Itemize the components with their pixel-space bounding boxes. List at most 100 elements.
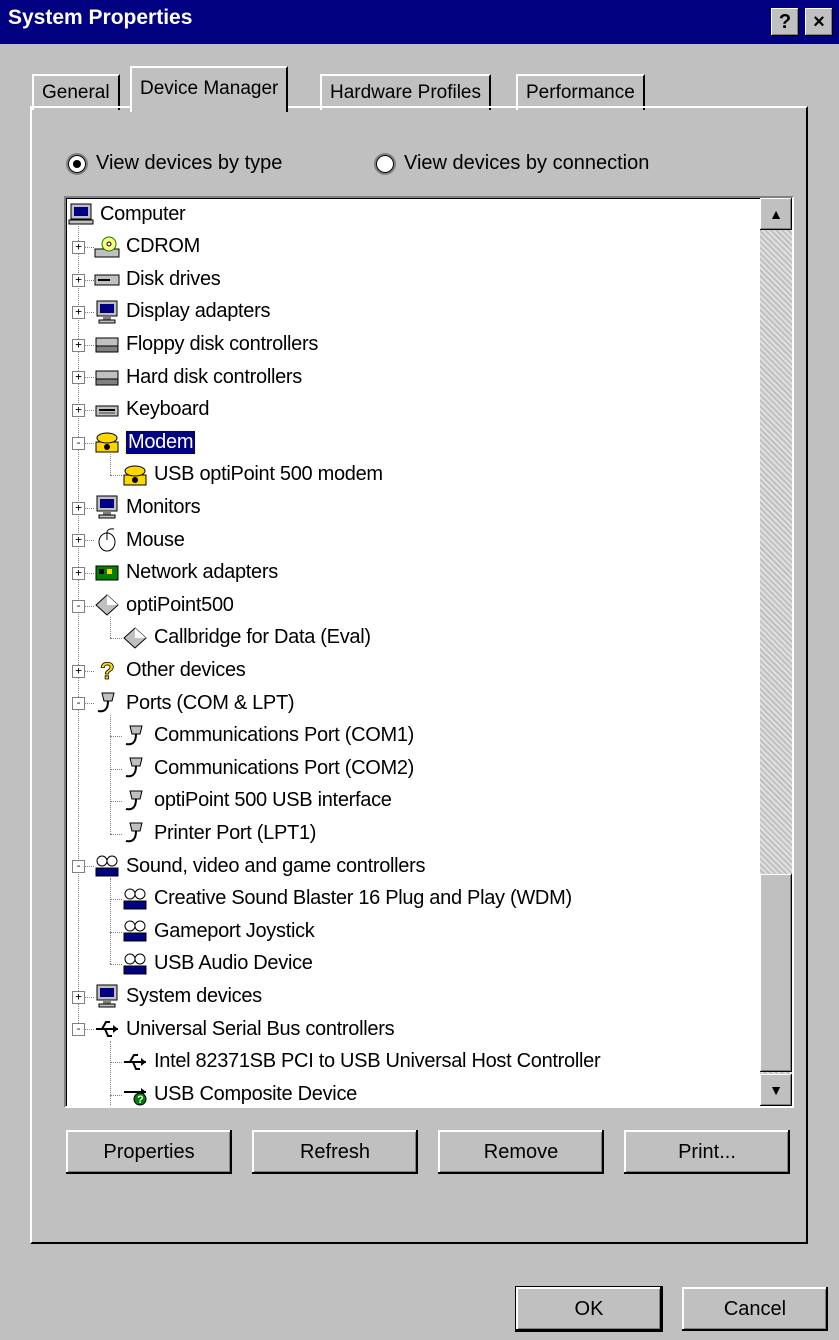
- tree-connector-line: [110, 1061, 122, 1063]
- collapse-button[interactable]: -: [72, 436, 85, 450]
- modem-icon: [122, 463, 148, 487]
- tree-device[interactable]: Gameport Joystick: [122, 915, 315, 947]
- tree-device[interactable]: Communications Port (COM2): [122, 752, 414, 784]
- monitor-icon: [94, 984, 120, 1008]
- tree-device[interactable]: ? USB Composite Device: [122, 1078, 357, 1106]
- collapse-button[interactable]: -: [72, 1023, 85, 1037]
- tree-category[interactable]: Mouse: [94, 524, 185, 556]
- tree-item-label: Hard disk controllers: [126, 365, 302, 388]
- tree-item-label: Keyboard: [126, 398, 210, 421]
- ok-button[interactable]: OK: [515, 1286, 663, 1332]
- tree-device[interactable]: Printer Port (LPT1): [122, 817, 316, 849]
- tree-category[interactable]: optiPoint500: [94, 589, 234, 621]
- tree-item-label: Disk drives: [126, 267, 221, 290]
- sound-icon: [122, 919, 148, 943]
- svg-text:?: ?: [100, 658, 115, 682]
- tab-general[interactable]: General: [32, 74, 120, 110]
- properties-button[interactable]: Properties: [66, 1130, 232, 1174]
- help-button[interactable]: ?: [771, 8, 799, 36]
- close-button[interactable]: ×: [805, 8, 833, 36]
- expand-button[interactable]: +: [72, 306, 85, 320]
- diamond-icon: [94, 593, 120, 617]
- tree-category[interactable]: Keyboard: [94, 394, 210, 426]
- tree-root[interactable]: Computer: [68, 198, 186, 230]
- view-by-connection-option[interactable]: View devices by connection: [376, 152, 649, 175]
- device-tree[interactable]: Computer CDROM + Disk drives + Display adapt…: [64, 196, 794, 1108]
- tree-category[interactable]: CDROM: [94, 231, 200, 263]
- port-icon: [122, 724, 148, 748]
- tree-item-label: USB optiPoint 500 modem: [154, 463, 383, 486]
- tree-device[interactable]: USB Audio Device: [122, 948, 313, 980]
- tree-category[interactable]: System devices: [94, 980, 262, 1012]
- tree-connector-line: [110, 638, 122, 640]
- tree-device[interactable]: Creative Sound Blaster 16 Plug and Play …: [122, 883, 572, 915]
- tree-category[interactable]: Network adapters: [94, 557, 278, 589]
- window-title: System Properties: [8, 6, 193, 29]
- tree-category[interactable]: Disk drives: [94, 263, 221, 295]
- collapse-button[interactable]: -: [72, 599, 85, 613]
- expand-button[interactable]: +: [72, 240, 85, 254]
- scroll-down-arrow[interactable]: ▼: [760, 1074, 792, 1106]
- expand-button[interactable]: +: [72, 371, 85, 385]
- tree-item-label: USB Composite Device: [154, 1082, 357, 1105]
- cancel-button[interactable]: Cancel: [682, 1287, 828, 1331]
- tree-item-label: Creative Sound Blaster 16 Plug and Play …: [154, 887, 572, 910]
- tree-device[interactable]: Communications Port (COM1): [122, 720, 414, 752]
- tree-item-label: Communications Port (COM1): [154, 724, 415, 747]
- tab-device-manager[interactable]: Device Manager: [130, 66, 289, 112]
- tree-category[interactable]: Hard disk controllers: [94, 361, 302, 393]
- print-button[interactable]: Print...: [624, 1130, 790, 1174]
- tree-device[interactable]: optiPoint 500 USB interface: [122, 785, 392, 817]
- tree-category[interactable]: Floppy disk controllers: [94, 328, 318, 360]
- tree-item-label: optiPoint500: [126, 593, 234, 616]
- remove-button[interactable]: Remove: [438, 1130, 604, 1174]
- expand-button[interactable]: +: [72, 664, 85, 678]
- sound-icon: [94, 854, 120, 878]
- controller-icon: [94, 365, 120, 389]
- scroll-thumb[interactable]: [760, 874, 792, 1072]
- cdrom-icon: [94, 235, 120, 259]
- tree-category[interactable]: Display adapters: [94, 296, 270, 328]
- tree-device[interactable]: Intel 82371SB PCI to USB Universal Host …: [122, 1046, 601, 1078]
- collapse-button[interactable]: -: [72, 697, 85, 711]
- tree-connector-line: [110, 768, 122, 770]
- tree-category[interactable]: Sound, video and game controllers: [94, 850, 425, 882]
- tree-root-label: Computer: [100, 202, 186, 225]
- expand-button[interactable]: +: [72, 566, 85, 580]
- refresh-button[interactable]: Refresh: [252, 1130, 418, 1174]
- disk-drive-icon: [94, 267, 120, 291]
- vertical-scrollbar[interactable]: ▲ ▼: [760, 198, 792, 1106]
- tab-hardware-profiles[interactable]: Hardware Profiles: [320, 74, 491, 110]
- tab-performance[interactable]: Performance: [516, 74, 645, 110]
- tree-connector-line: [110, 964, 122, 966]
- scroll-up-arrow[interactable]: ▲: [760, 198, 792, 230]
- tree-connector-line: [110, 714, 111, 834]
- tree-item-label: Mouse: [126, 528, 185, 551]
- tree-category[interactable]: ? Other devices: [94, 654, 246, 686]
- tree-device[interactable]: USB optiPoint 500 modem: [122, 459, 383, 491]
- port-icon: [122, 756, 148, 780]
- collapse-button[interactable]: -: [72, 860, 85, 874]
- port-icon: [122, 789, 148, 813]
- expand-button[interactable]: +: [72, 990, 85, 1004]
- tree-category[interactable]: Universal Serial Bus controllers: [94, 1013, 395, 1045]
- tree-connector-line: [110, 801, 122, 803]
- expand-button[interactable]: +: [72, 273, 85, 287]
- tree-item-label: Callbridge for Data (Eval): [154, 626, 371, 649]
- tree-item-label: Network adapters: [126, 561, 278, 584]
- tree-category[interactable]: Monitors: [94, 491, 201, 523]
- computer-icon: [68, 202, 94, 226]
- tree-item-label: Other devices: [126, 658, 246, 681]
- view-by-type-option[interactable]: View devices by type: [68, 152, 282, 175]
- expand-button[interactable]: +: [72, 534, 85, 548]
- radio-by-type[interactable]: [68, 154, 86, 173]
- expand-button[interactable]: +: [72, 338, 85, 352]
- sound-icon: [122, 952, 148, 976]
- tree-category[interactable]: Ports (COM & LPT): [94, 687, 295, 719]
- expand-button[interactable]: +: [72, 501, 85, 515]
- usb-warning-icon: ?: [122, 1082, 148, 1106]
- port-icon: [94, 691, 120, 715]
- expand-button[interactable]: +: [72, 403, 85, 417]
- radio-by-connection[interactable]: [376, 154, 394, 173]
- tree-device[interactable]: Callbridge for Data (Eval): [122, 622, 371, 654]
